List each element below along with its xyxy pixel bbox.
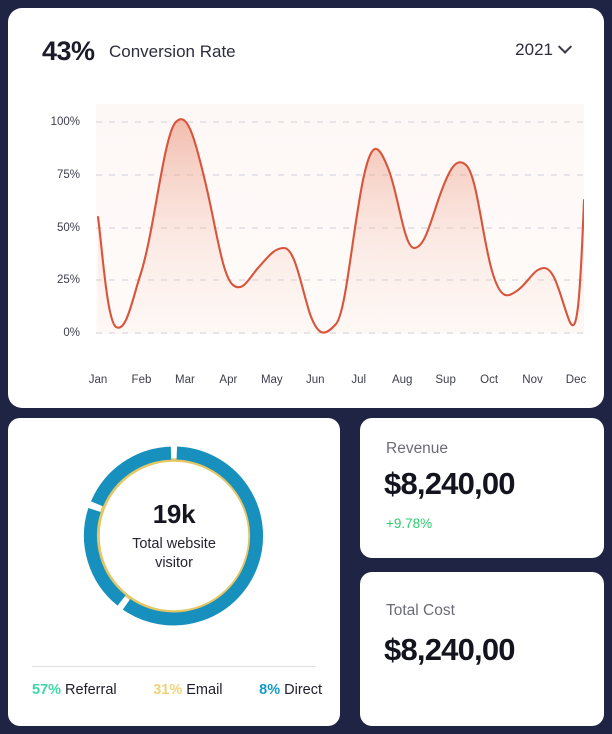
legend-divider xyxy=(32,666,316,667)
revenue-value: $8,240,00 xyxy=(384,466,516,501)
cost-value: $8,240,00 xyxy=(384,632,516,667)
chevron-down-icon xyxy=(557,39,573,54)
visitor-donut-chart: 19k Total website visitor xyxy=(78,440,270,632)
visitor-caption: Total website visitor xyxy=(132,536,216,571)
chart-x-tick: Oct xyxy=(480,374,499,386)
chart-y-tick: 25% xyxy=(56,274,80,287)
conversion-percent: 43% xyxy=(42,36,95,66)
chart-x-tick: Apr xyxy=(219,374,238,386)
chart-y-tick: 100% xyxy=(50,116,80,128)
legend-item[interactable]: 31% Email xyxy=(153,682,222,698)
total-cost-card: Total Cost $8,240,00 xyxy=(360,572,604,726)
conversion-rate-card: 43% Conversion Rate 2021 100% 75% 50% 25% 0% xyxy=(8,8,604,408)
chart-x-tick: Dec xyxy=(565,374,587,386)
chart-y-axis: 100% 75% 50% 25% 0% xyxy=(28,96,80,386)
chart-x-tick: Jan xyxy=(88,374,108,386)
chart-x-tick: May xyxy=(260,374,283,386)
conversion-line-chart: 100% 75% 50% 25% 0% Jan Feb Mar Apr May … xyxy=(8,96,604,386)
chart-x-tick: Mar xyxy=(175,374,195,386)
legend-percent: 31% xyxy=(153,682,183,698)
cost-label: Total Cost xyxy=(386,602,455,619)
legend-label: Direct xyxy=(284,682,322,698)
legend-percent: 8% xyxy=(259,682,281,698)
chart-y-tick: 75% xyxy=(56,168,80,181)
dashboard-root: 43% Conversion Rate 2021 100% 75% 50% 25% 0% xyxy=(0,0,612,734)
year-dropdown-label: 2021 xyxy=(515,40,553,59)
revenue-label: Revenue xyxy=(386,440,449,457)
visitor-count: 19k xyxy=(152,499,196,529)
chart-x-tick: Jul xyxy=(351,374,367,386)
legend-label: Email xyxy=(186,682,223,698)
chart-x-tick: Jun xyxy=(305,374,325,386)
chart-x-tick: Sup xyxy=(435,374,456,386)
chart-x-axis: Jan Feb Mar Apr May Jun Jul Aug Sup Oct Nov Dec xyxy=(88,96,587,386)
legend-percent: 57% xyxy=(32,682,62,698)
revenue-card: Revenue $8,240,00 +9.78% xyxy=(360,418,604,558)
total-visitor-card: 19k Total website visitor 57% Referral 31%… xyxy=(8,418,340,726)
revenue-delta: +9.78% xyxy=(386,516,433,531)
conversion-title: Conversion Rate xyxy=(109,41,236,61)
donut-center-label: 19k Total website visitor xyxy=(78,440,270,632)
year-dropdown[interactable]: 2021 xyxy=(515,39,573,60)
chart-y-tick: 0% xyxy=(63,327,80,339)
legend-label: Referral xyxy=(65,682,117,698)
legend-item[interactable]: 8% Direct xyxy=(259,682,322,698)
chart-y-tick: 50% xyxy=(56,221,80,234)
visitor-legend: 57% Referral 31% Email 8% Direct xyxy=(32,682,322,698)
conversion-card-header: 43% Conversion Rate 2021 xyxy=(42,36,573,76)
chart-x-tick: Feb xyxy=(131,374,152,386)
chart-x-tick: Nov xyxy=(522,374,543,386)
chart-x-tick: Aug xyxy=(391,374,413,386)
legend-item[interactable]: 57% Referral xyxy=(32,682,117,698)
